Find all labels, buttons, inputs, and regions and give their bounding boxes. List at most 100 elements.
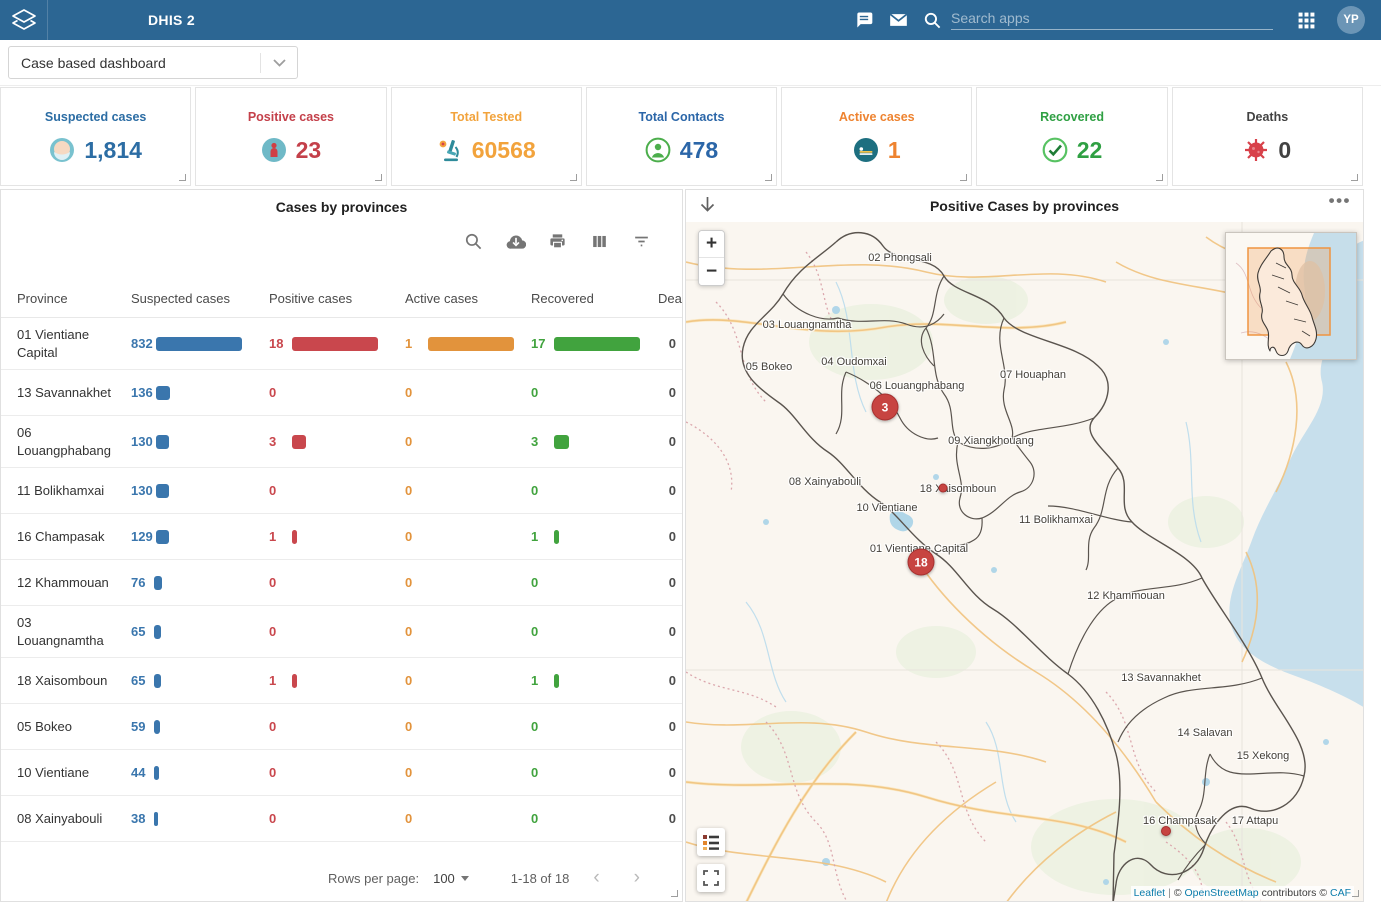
recovered-cell: 0 — [531, 811, 658, 826]
table-row[interactable]: 13 Savannakhet1360000 — [1, 370, 682, 416]
suspected-bar — [156, 386, 170, 400]
map-panel: Positive Cases by provinces ••• — [685, 189, 1364, 902]
positive-cell: 0 — [269, 575, 405, 590]
active-cell: 1 — [405, 336, 531, 351]
overview-inset-map[interactable] — [1225, 232, 1357, 360]
suspected-cell: 832 — [131, 336, 269, 351]
virus-icon — [1243, 137, 1269, 163]
search-input[interactable] — [951, 10, 1273, 26]
province-label: 16 Champasak — [1143, 815, 1217, 827]
columns-icon[interactable] — [590, 232, 609, 251]
case-count-marker[interactable]: 3 — [872, 394, 899, 421]
filter-icon[interactable] — [632, 232, 651, 251]
table-row[interactable]: 12 Khammouan760000 — [1, 560, 682, 606]
dashboard-bar: Case based dashboard — [0, 40, 1381, 86]
dhis2-logo[interactable] — [0, 0, 48, 40]
column-header-deaths[interactable]: Deaths — [658, 291, 683, 306]
zoom-in-button[interactable]: + — [699, 231, 724, 258]
map-canvas[interactable]: 02 Phongsali03 Louangnamtha05 Bokeo04 Ou… — [686, 222, 1363, 901]
recovered-cell: 0 — [531, 483, 658, 498]
rows-per-page-select[interactable]: 100 — [433, 871, 469, 886]
positive-cell: 3 — [269, 434, 405, 449]
column-header-positive-cases[interactable]: Positive cases — [269, 291, 405, 306]
active-cell: 0 — [405, 385, 531, 400]
column-header-suspected-cases[interactable]: Suspected cases — [131, 291, 269, 306]
stat-card-label: Deaths — [1246, 110, 1288, 124]
messages-icon[interactable] — [847, 3, 881, 37]
active-cell: 0 — [405, 811, 531, 826]
resize-handle[interactable] — [1156, 174, 1163, 181]
infected-person-icon — [261, 137, 287, 163]
resize-handle[interactable] — [1351, 174, 1358, 181]
download-icon[interactable] — [506, 232, 525, 251]
map-header: Positive Cases by provinces ••• — [686, 190, 1363, 222]
suspected-cell: 65 — [131, 673, 269, 688]
column-header-province[interactable]: Province — [17, 291, 131, 306]
table-row[interactable]: 08 Xainyabouli380000 — [1, 796, 682, 842]
province-cell: 16 Champasak — [17, 528, 131, 546]
cases-table-panel: Cases by provinces ProvinceSuspected cas… — [0, 189, 683, 902]
resize-handle[interactable] — [570, 174, 577, 181]
table-row[interactable]: 11 Bolikhamxai1300000 — [1, 468, 682, 514]
stat-card: Deaths0 — [1172, 87, 1363, 186]
deaths-cell: 0 — [658, 336, 683, 351]
mail-icon[interactable] — [881, 3, 915, 37]
active-cell: 0 — [405, 575, 531, 590]
search-icon — [915, 3, 949, 37]
zoom-out-button[interactable]: − — [699, 258, 724, 285]
province-cell: 01 Vientiane Capital — [17, 326, 131, 361]
table-row[interactable]: 01 Vientiane Capital832181170 — [1, 318, 682, 370]
more-options-icon[interactable]: ••• — [1329, 191, 1351, 211]
case-count-marker[interactable]: 18 — [908, 549, 935, 576]
province-label: 13 Savannakhet — [1121, 672, 1201, 684]
province-label: 06 Louangphabang — [870, 380, 965, 392]
case-dot-marker[interactable] — [1161, 826, 1171, 836]
search-icon[interactable] — [464, 232, 483, 251]
active-cell: 0 — [405, 765, 531, 780]
legend-button[interactable] — [697, 828, 725, 856]
province-cell: 12 Khammouan — [17, 574, 131, 592]
resize-handle[interactable] — [960, 174, 967, 181]
province-cell: 11 Bolikhamxai — [17, 482, 131, 500]
previous-page-button[interactable]: ‹ — [583, 867, 609, 889]
positive-cell: 0 — [269, 765, 405, 780]
fullscreen-button[interactable] — [697, 864, 725, 892]
user-avatar[interactable]: YP — [1337, 6, 1365, 34]
caf-link[interactable]: CAF — [1330, 887, 1351, 899]
microscope-icon — [437, 137, 463, 163]
resize-handle[interactable] — [375, 174, 382, 181]
province-label: 12 Khammouan — [1087, 590, 1165, 602]
table-row[interactable]: 03 Louangnamtha650000 — [1, 606, 682, 658]
resize-handle[interactable] — [765, 174, 772, 181]
resize-handle[interactable] — [179, 174, 186, 181]
leaflet-link[interactable]: Leaflet — [1134, 887, 1166, 899]
table-row[interactable]: 10 Vientiane440000 — [1, 750, 682, 796]
next-page-button[interactable]: › — [624, 867, 650, 889]
suspected-cell: 136 — [131, 385, 269, 400]
stat-card: Suspected cases1,814 — [0, 87, 191, 186]
column-header-recovered[interactable]: Recovered — [531, 291, 658, 306]
download-arrow-icon[interactable] — [699, 196, 716, 220]
table-row[interactable]: 05 Bokeo590000 — [1, 704, 682, 750]
province-label: 08 Xainyabouli — [789, 476, 861, 488]
dashboard-selector[interactable]: Case based dashboard — [8, 46, 298, 79]
print-icon[interactable] — [548, 232, 567, 251]
active-cell: 0 — [405, 624, 531, 639]
app-search-box[interactable] — [951, 10, 1273, 30]
positive-bar — [292, 435, 306, 449]
table-row[interactable]: 18 Xaisomboun651010 — [1, 658, 682, 704]
table-row[interactable]: 06 Louangphabang1303030 — [1, 416, 682, 468]
table-toolbar — [1, 215, 682, 261]
resize-handle[interactable] — [1352, 890, 1359, 897]
table-row[interactable]: 16 Champasak1291010 — [1, 514, 682, 560]
deaths-cell: 0 — [658, 765, 683, 780]
province-label: 07 Houaphan — [1000, 369, 1066, 381]
resize-handle[interactable] — [671, 890, 678, 897]
stat-card: Total Contacts478 — [586, 87, 777, 186]
recovered-cell: 0 — [531, 575, 658, 590]
stat-card: Recovered22 — [976, 87, 1167, 186]
case-dot-marker[interactable] — [939, 484, 948, 493]
apps-menu-icon[interactable] — [1289, 3, 1323, 37]
openstreetmap-link[interactable]: OpenStreetMap — [1185, 887, 1259, 899]
column-header-active-cases[interactable]: Active cases — [405, 291, 531, 306]
